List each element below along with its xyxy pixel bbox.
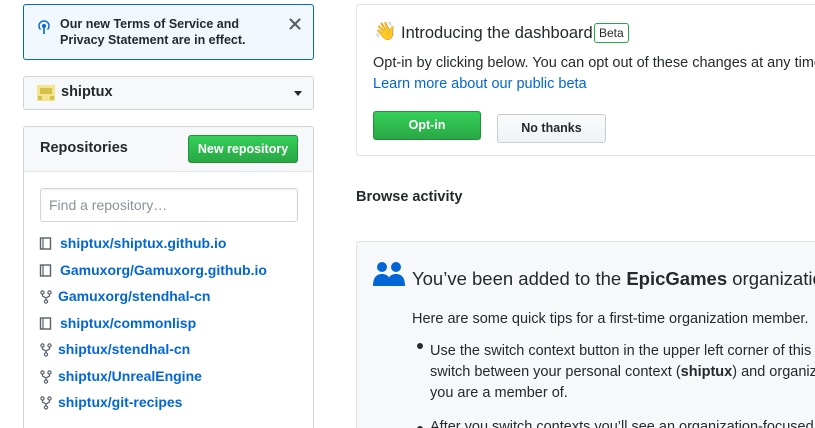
flash-message: Our new Terms of Service and Privacy Sta… xyxy=(60,17,246,47)
tos-flash-notice: Our new Terms of Service and Privacy Sta… xyxy=(23,4,314,60)
list-item: Gamuxorg/Gamuxorg.github.io xyxy=(39,261,309,288)
repo-link[interactable]: shiptux/stendhal-cn xyxy=(58,341,190,357)
broadcast-icon xyxy=(38,20,50,34)
repositories-header: Repositories New repository xyxy=(24,127,313,172)
context-switcher-button[interactable]: shiptux xyxy=(23,76,314,110)
learn-more-link[interactable]: Learn more about our public beta xyxy=(373,76,587,92)
repository-list: shiptux/shiptux.github.io Gamuxorg/Gamux… xyxy=(39,234,309,420)
list-item: shiptux/git-recipes xyxy=(39,393,309,420)
repo-link[interactable]: shiptux/git-recipes xyxy=(58,394,182,410)
tip-item: After you switch contexts you’ll see an … xyxy=(430,419,815,428)
repositories-title: Repositories xyxy=(40,140,128,156)
opt-in-button[interactable]: Opt-in xyxy=(373,111,481,140)
repo-link[interactable]: Gamuxorg/Gamuxorg.github.io xyxy=(60,262,267,278)
repo-link[interactable]: Gamuxorg/stendhal-cn xyxy=(58,288,210,304)
repo-icon xyxy=(39,263,52,277)
beta-badge: Beta xyxy=(594,23,629,43)
repo-forked-icon xyxy=(40,369,52,384)
repo-forked-icon xyxy=(40,290,52,304)
list-item: shiptux/commonlisp xyxy=(39,314,309,341)
repo-icon xyxy=(39,237,52,250)
intro-description: Opt-in by clicking below. You can opt ou… xyxy=(373,55,815,71)
repo-forked-icon xyxy=(40,396,52,410)
no-thanks-button[interactable]: No thanks xyxy=(497,114,606,143)
org-tips-intro: Here are some quick tips for a first-tim… xyxy=(412,311,809,327)
tip-item: Use the switch context button in the upp… xyxy=(430,343,815,401)
list-item: shiptux/UnrealEngine xyxy=(39,367,309,394)
avatar xyxy=(37,85,55,101)
close-icon[interactable] xyxy=(287,16,303,32)
chevron-down-icon xyxy=(294,91,302,96)
browse-activity-heading: Browse activity xyxy=(356,189,463,205)
list-item: shiptux/shiptux.github.io xyxy=(39,234,309,261)
org-heading: You’ve been added to the EpicGames organ… xyxy=(412,268,815,289)
repo-link[interactable]: shiptux/shiptux.github.io xyxy=(60,235,226,251)
repositories-panel: Repositories New repository shiptux/ship… xyxy=(23,126,314,428)
repo-link[interactable]: shiptux/commonlisp xyxy=(60,315,196,331)
find-repository-input[interactable] xyxy=(40,188,298,222)
list-item: Gamuxorg/stendhal-cn xyxy=(39,287,309,314)
repo-icon xyxy=(39,316,52,330)
org-name: EpicGames xyxy=(626,268,728,289)
list-item: shiptux/stendhal-cn xyxy=(39,340,309,367)
context-account-name: shiptux xyxy=(61,84,113,100)
dashboard-intro-card: 👋 Introducing the dashboard Beta Opt-in … xyxy=(356,4,815,156)
new-repository-button[interactable]: New repository xyxy=(188,135,298,163)
organization-people-icon xyxy=(373,262,405,286)
organization-notice-card: You’ve been added to the EpicGames organ… xyxy=(356,241,815,428)
waving-hand-icon: 👋 xyxy=(374,21,397,41)
repo-link[interactable]: shiptux/UnrealEngine xyxy=(58,368,202,384)
bullet-icon xyxy=(417,343,423,349)
repo-forked-icon xyxy=(40,343,52,357)
intro-title: Introducing the dashboard xyxy=(401,24,593,42)
